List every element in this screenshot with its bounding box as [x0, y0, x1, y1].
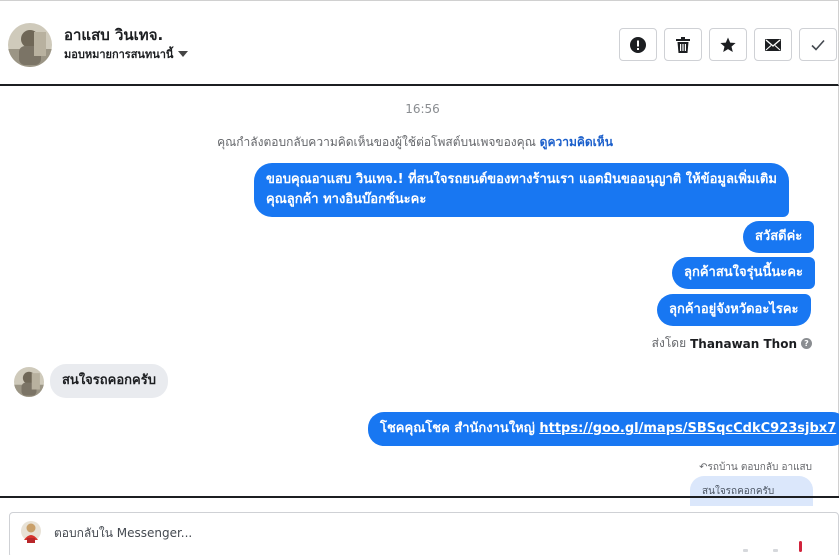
- maps-link[interactable]: https://goo.gl/maps/SBSqcCdkC923sjbx7: [539, 421, 836, 436]
- contact-name: อาแสบ วินเทจ.: [64, 26, 164, 44]
- exclamation-circle-icon: [630, 36, 646, 53]
- outgoing-message[interactable]: ลุกค้าอยู่จังหวัดอะไรคะ: [657, 294, 811, 326]
- envelope-icon: [765, 38, 781, 51]
- follow-up-button[interactable]: [709, 28, 747, 61]
- conversation-header: อาแสบ วินเทจ. มอบหมายการสนทนานี้: [0, 0, 839, 86]
- outgoing-message[interactable]: สวัสดีค่ะ: [743, 221, 815, 253]
- message-composer: [0, 496, 839, 555]
- assign-label: มอบหมายการสนทนานี้: [64, 48, 174, 61]
- message-text: ลุกค้าสนใจรุ่นนี้นะคะ: [684, 265, 803, 280]
- reply-to-label: ↶รถบ้าน ตอบกลับ อาแสบ: [699, 462, 812, 473]
- messenger-conversation-view: อาแสบ วินเทจ. มอบหมายการสนทนานี้ 16:56 ค…: [0, 0, 839, 555]
- message-text: ลุกค้าอยู่จังหวัดอะไรคะ: [669, 302, 799, 317]
- reply-arrow-icon: ↶: [699, 462, 708, 473]
- contact-avatar-small: [14, 367, 44, 397]
- page-avatar-icon: [20, 520, 42, 544]
- sent-by-attribution: ส่งโดย Thanawan Thon ?: [652, 334, 812, 353]
- reply-input[interactable]: [54, 522, 654, 544]
- star-icon: [720, 37, 736, 52]
- question-icon[interactable]: ?: [801, 338, 812, 349]
- message-thread[interactable]: 16:56 คุณกำลังตอบกลับความคิดเห็นของผู้ใช…: [0, 86, 839, 506]
- composer-indicator-icon: [743, 541, 802, 552]
- sender-name: Thanawan Thon: [690, 336, 797, 351]
- sent-by-prefix: ส่งโดย: [651, 336, 687, 350]
- notice-text: คุณกำลังตอบกลับความคิดเห็นของผู้ใช้ต่อโพ…: [217, 135, 536, 149]
- mark-spam-button[interactable]: [619, 28, 657, 61]
- message-text-line: ขอบคุณอาแสบ วินเทจ.! ที่สนใจรถยนต์ของทาง…: [266, 172, 777, 187]
- message-text: สวัสดีค่ะ: [755, 229, 803, 244]
- caret-down-icon: [178, 51, 189, 57]
- view-comment-link[interactable]: ดูความคิดเห็น: [540, 135, 613, 149]
- contact-avatar[interactable]: [8, 23, 52, 67]
- composer-box[interactable]: [9, 512, 839, 555]
- outgoing-message[interactable]: ลุกค้าสนใจรุ่นนี้นะคะ: [672, 257, 815, 289]
- checkmark-icon: [811, 39, 825, 51]
- incoming-message[interactable]: สนใจรถคอกครับ: [50, 364, 168, 398]
- comment-reply-notice: คุณกำลังตอบกลับความคิดเห็นของผู้ใช้ต่อโพ…: [0, 133, 830, 152]
- conversation-actions: [619, 28, 837, 61]
- trash-icon: [676, 36, 690, 53]
- assign-conversation-dropdown[interactable]: มอบหมายการสนทนานี้: [64, 46, 189, 62]
- outgoing-link-message[interactable]: โชคคุณโชค สำนักงานใหญ่ https://goo.gl/ma…: [368, 412, 839, 446]
- mark-unread-button[interactable]: [754, 28, 792, 61]
- delete-button[interactable]: [664, 28, 702, 61]
- message-timestamp: 16:56: [405, 102, 440, 116]
- outgoing-message[interactable]: ขอบคุณอาแสบ วินเทจ.! ที่สนใจรถยนต์ของทาง…: [254, 163, 789, 217]
- mark-done-button[interactable]: [799, 28, 837, 61]
- message-text: สนใจรถคอกครับ: [62, 373, 156, 388]
- message-text: โชคคุณโชค สำนักงานใหญ่: [380, 421, 535, 436]
- message-text-line: คุณลูกค้า ทางอินบ๊อกซ์นะคะ: [266, 192, 427, 207]
